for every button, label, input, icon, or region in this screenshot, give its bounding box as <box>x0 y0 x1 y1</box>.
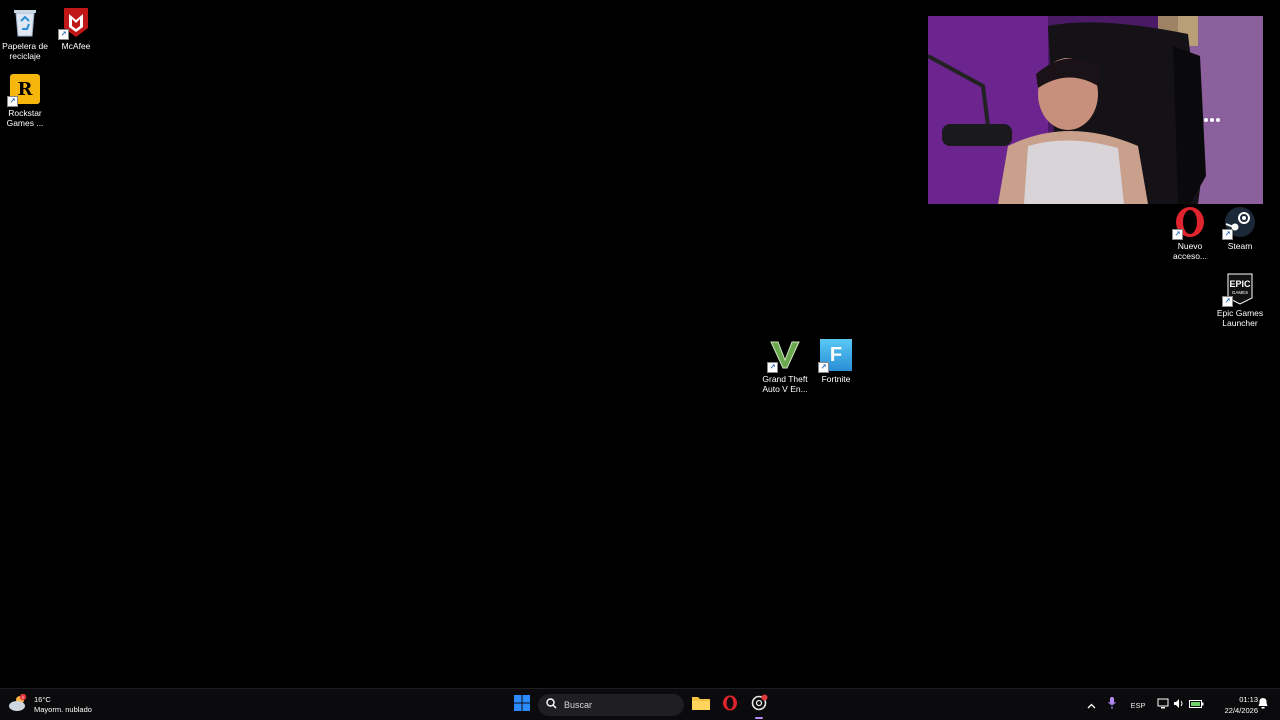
gta-v-icon: ↗ <box>767 339 801 373</box>
desktop-icon-label: McAfee <box>61 41 91 51</box>
language-label: ESP <box>1130 700 1146 710</box>
rockstar-icon: R ↗ <box>7 73 41 107</box>
network-tray[interactable] <box>1156 693 1170 717</box>
bell-icon <box>1258 696 1268 714</box>
opera-icon <box>722 695 738 716</box>
volume-tray[interactable] <box>1172 693 1186 717</box>
desktop-icon-recycle-bin[interactable]: Papelera de reciclaje <box>0 6 50 61</box>
epic-games-icon: EPIC GAMES ↗ <box>1222 273 1256 307</box>
recycle-bin-icon <box>9 6 41 38</box>
shortcut-arrow-icon: ↗ <box>1172 229 1183 240</box>
taskbar-opera[interactable] <box>719 693 741 717</box>
taskbar-clock[interactable]: 01:13 22/4/2026 <box>1208 694 1258 716</box>
weather-cloud-icon: ! <box>8 693 28 717</box>
svg-text:EPIC: EPIC <box>1229 279 1251 289</box>
search-placeholder: Buscar <box>564 700 593 710</box>
speaker-icon <box>1173 696 1185 714</box>
taskbar-recording-app[interactable] <box>748 693 770 719</box>
network-icon <box>1157 696 1169 714</box>
desktop-icon-steam[interactable]: ↗ Steam <box>1215 206 1265 251</box>
opera-icon: ↗ <box>1172 206 1206 240</box>
shortcut-arrow-icon: ↗ <box>767 362 778 373</box>
search-icon <box>546 696 557 714</box>
steam-icon: ↗ <box>1222 206 1256 240</box>
battery-tray[interactable] <box>1188 693 1204 717</box>
recording-app-icon <box>750 694 768 717</box>
weather-condition: Mayorm. nublado <box>34 705 92 714</box>
desktop-icon-fortnite[interactable]: F ↗ Fortnite <box>811 339 861 384</box>
folder-icon <box>692 695 710 715</box>
desktop-icon-rockstar[interactable]: R ↗ Rockstar Games ... <box>0 73 50 128</box>
desktop-icon-label: Nuevo acceso... <box>1172 241 1208 261</box>
desktop-icon-label: Rockstar Games ... <box>6 108 44 128</box>
svg-text:GAMES: GAMES <box>1232 290 1248 295</box>
microphone-icon <box>1108 696 1116 714</box>
desktop-icon-label: Grand Theft Auto V En... <box>762 374 808 394</box>
fortnite-icon: F ↗ <box>818 339 852 373</box>
weather-temperature: 16°C <box>34 695 51 704</box>
shortcut-arrow-icon: ↗ <box>818 362 829 373</box>
desktop-icon-label: Steam <box>1227 241 1253 251</box>
desktop-icon-label: Fortnite <box>821 374 851 384</box>
language-indicator[interactable]: ESP <box>1127 693 1149 717</box>
start-button[interactable] <box>510 693 534 717</box>
weather-widget[interactable]: ! 16°C Mayorm. nublado <box>8 693 92 717</box>
microphone-tray[interactable] <box>1105 693 1119 717</box>
taskbar-search[interactable]: Buscar <box>538 694 684 716</box>
windows-logo-icon <box>514 694 530 716</box>
desktop-icon-opera-shortcut[interactable]: ↗ Nuevo acceso... <box>1165 206 1215 261</box>
desktop-icon-label: Papelera de reciclaje <box>2 41 48 61</box>
shortcut-arrow-icon: ↗ <box>58 29 69 40</box>
battery-icon <box>1188 696 1204 714</box>
desktop-icon-mcafee[interactable]: ↗ McAfee <box>51 6 101 51</box>
shortcut-arrow-icon: ↗ <box>1222 296 1233 307</box>
shortcut-arrow-icon: ↗ <box>7 96 18 107</box>
taskbar-file-explorer[interactable] <box>690 693 712 717</box>
mcafee-icon: ↗ <box>58 6 92 40</box>
desktop-icon-epic-games[interactable]: EPIC GAMES ↗ Epic Games Launcher <box>1215 273 1265 328</box>
webcam-overlay <box>928 16 1263 204</box>
notifications-button[interactable] <box>1256 693 1270 717</box>
clock-time: 01:13 <box>1239 695 1258 704</box>
desktop[interactable]: Papelera de reciclaje ↗ McAfee R ↗ Rocks… <box>0 0 1280 688</box>
chevron-up-icon <box>1087 696 1096 714</box>
desktop-icon-label: Epic Games Launcher <box>1216 308 1264 328</box>
desktop-icon-gta-v[interactable]: ↗ Grand Theft Auto V En... <box>760 339 810 394</box>
clock-date: 22/4/2026 <box>1224 706 1258 715</box>
show-hidden-icons-button[interactable] <box>1084 693 1098 717</box>
shortcut-arrow-icon: ↗ <box>1222 229 1233 240</box>
taskbar: ! 16°C Mayorm. nublado Buscar ESP 01:13 … <box>0 688 1280 720</box>
running-indicator <box>755 717 763 719</box>
